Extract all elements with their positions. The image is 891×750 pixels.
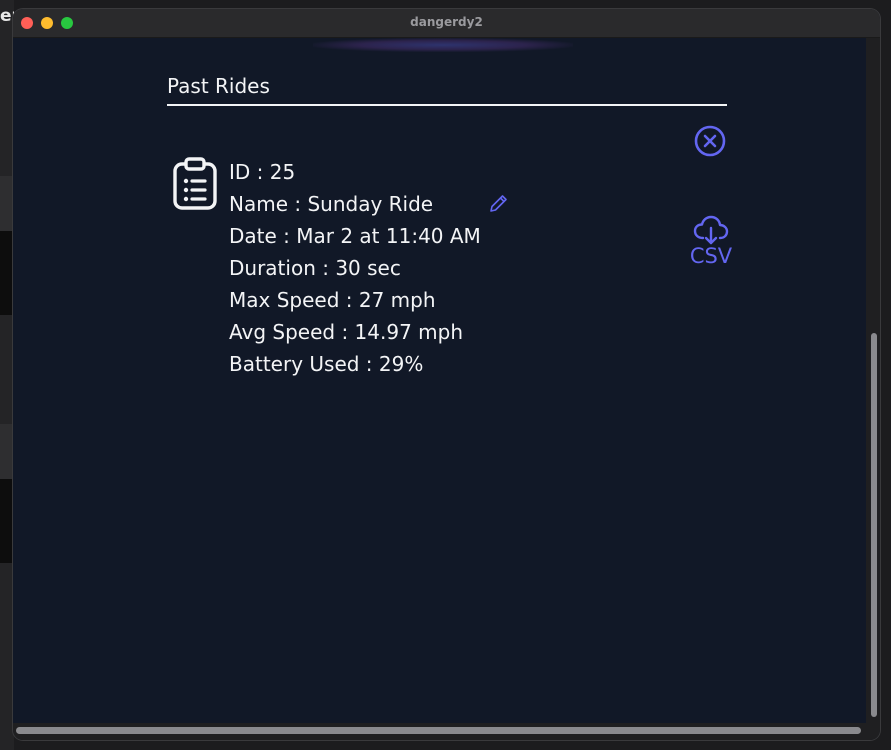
window-title: dangerdy2 [410, 15, 483, 29]
app-content: Past Rides ID : 25 Name: Sunday Ride Da… [13, 38, 866, 723]
ride-id: ID : 25 [229, 160, 296, 184]
ride-date: Date : Mar 2 at 11:40 AM [229, 224, 481, 248]
clipboard-list-icon [171, 156, 219, 212]
csv-label: CSV [689, 244, 733, 268]
header-glow [313, 38, 573, 52]
pencil-icon [490, 195, 507, 212]
title-divider [167, 104, 727, 106]
ride-avg-speed: Avg Speed : 14.97 mph [229, 320, 464, 344]
edit-name-button[interactable] [487, 193, 509, 215]
x-circle-icon [694, 125, 726, 157]
window-titlebar[interactable]: dangerdy2 [13, 9, 880, 38]
past-rides-title: Past Rides [167, 74, 270, 98]
ride-name-row: Name : Sunday Ride [229, 188, 507, 220]
app-window: dangerdy2 Past Rides ID: 25 Name: Sund… [13, 9, 880, 740]
background-window-strip [0, 479, 14, 563]
horizontal-scrollbar-thumb[interactable] [16, 727, 861, 734]
ride-max-speed: Max Speed : 27 mph [229, 288, 436, 312]
vertical-scrollbar-thumb[interactable] [871, 333, 877, 717]
cloud-download-icon [693, 215, 729, 245]
desktop-background: ep [0, 0, 14, 750]
background-window-strip [0, 424, 14, 479]
ride-battery-used: Battery Used : 29% [229, 352, 424, 376]
download-csv-button[interactable]: CSV [681, 214, 741, 274]
background-window-strip [0, 231, 14, 315]
background-window-title-fragment: ep [0, 6, 14, 26]
close-panel-button[interactable] [693, 124, 727, 158]
ride-name: Name : Sunday Ride [229, 192, 434, 216]
ride-duration: Duration : 30 sec [229, 256, 401, 280]
background-window-strip [0, 176, 14, 231]
ride-details: ID : 25 Name : Sunday Ride Date : Mar 2 … [229, 156, 507, 380]
